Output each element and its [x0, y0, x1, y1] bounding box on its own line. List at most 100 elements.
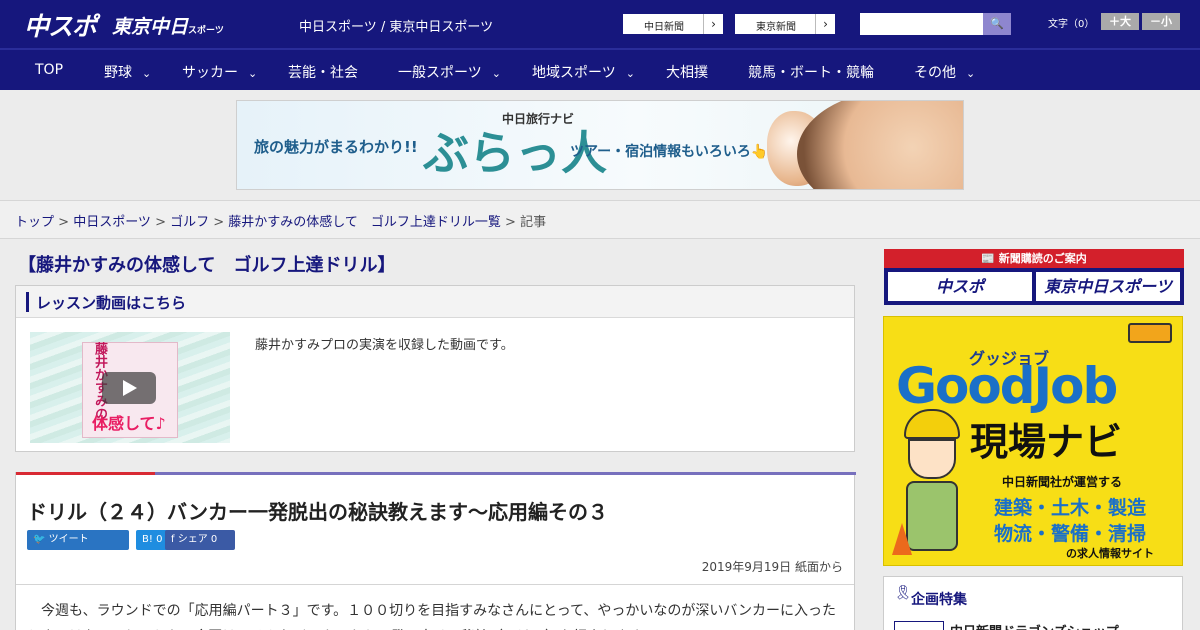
facebook-share-label: シェア 0: [177, 534, 218, 545]
tokyo-shimbun-button[interactable]: 東京新聞 ›: [734, 13, 836, 35]
breadcrumb-separator: >: [54, 215, 74, 230]
breadcrumb-separator: >: [209, 215, 229, 230]
chunichi-shimbun-button[interactable]: 中日新聞 ›: [622, 13, 724, 35]
tokyo-chunichi-logo[interactable]: 東京中日スポーツ: [112, 12, 224, 39]
feature-thumbnail[interactable]: [894, 621, 944, 630]
nav-label: 競馬・ボート・競輪: [748, 65, 874, 81]
chunichi-shimbun-label: 中日新聞: [644, 22, 684, 33]
goodjob-ad[interactable]: グッジョブ GoodJob 現場ナビ 中日新聞社が運営する 建築・土木・製造 物…: [883, 316, 1183, 566]
model-photo: [797, 101, 963, 189]
search-button[interactable]: 🔍: [983, 13, 1011, 35]
feature-box: 🎗 企画特集 中日新聞ドラゴンズショップ: [883, 576, 1183, 630]
hatena-b-icon: B!: [142, 534, 153, 545]
play-icon[interactable]: [102, 372, 156, 404]
goodjob-jobs-line1: 建築・土木・製造: [994, 497, 1147, 519]
nav-label: 地域スポーツ: [532, 65, 616, 81]
twitter-bird-icon: 🐦: [33, 534, 46, 545]
tokyo-shimbun-label: 東京新聞: [756, 22, 796, 33]
nav-item-sumo[interactable]: 大相撲: [666, 62, 708, 82]
feature-item-dragons-shop[interactable]: 中日新聞ドラゴンズショップ: [950, 621, 1119, 630]
subscription-box: 📰 新聞購読のご案内 中スポ 東京中日スポーツ: [884, 249, 1184, 305]
article-top-border: [16, 472, 856, 475]
tokyo-logo-text: 東京中日: [112, 16, 189, 38]
chevron-down-icon: ⌄: [248, 67, 258, 80]
nav-item-top[interactable]: TOP: [35, 62, 63, 78]
body-shape: [906, 481, 958, 551]
breadcrumb-separator: >: [150, 215, 171, 230]
site-title[interactable]: 中日スポーツ / 東京中日スポーツ: [299, 16, 493, 35]
face-shape: [908, 439, 956, 479]
breadcrumb-top[interactable]: トップ: [15, 215, 54, 230]
heading-accent-bar: [26, 292, 29, 312]
subscription-header: 📰 新聞購読のご案内: [884, 249, 1184, 268]
goodjob-site-text: の求人情報サイト: [1066, 547, 1154, 560]
nav-label: 大相撲: [666, 65, 708, 81]
ribbon-icon: 🎗: [894, 585, 912, 601]
lesson-video-box: レッスン動画はこちら 藤井かすみの 体感して♪ 藤井かすみプロの実演を収録した動…: [15, 285, 855, 452]
breadcrumb-current: 記事: [520, 215, 547, 230]
font-smaller-button[interactable]: －小: [1142, 13, 1180, 30]
nav-item-baseball[interactable]: 野球 ⌄: [104, 62, 151, 82]
tokyo-chunichi-subscribe-button[interactable]: 東京中日スポーツ: [1036, 272, 1180, 301]
breadcrumb-drill-list[interactable]: 藤井かすみの体感して ゴルフ上達ドリル一覧: [228, 215, 501, 230]
chevron-down-icon: ⌄: [625, 67, 635, 80]
feature-title: 企画特集: [911, 592, 967, 608]
nav-label: 一般スポーツ: [398, 65, 482, 81]
lesson-description: 藤井かすみプロの実演を収録した動画です。: [255, 338, 514, 353]
nav-label: サッカー: [182, 65, 238, 81]
lesson-video-thumbnail[interactable]: 藤井かすみの 体感して♪: [30, 332, 230, 443]
chevron-right-icon: ›: [703, 14, 723, 34]
nav-label: 芸能・社会: [288, 65, 358, 81]
nav-item-keiba[interactable]: 競馬・ボート・競輪: [748, 62, 874, 82]
main-nav: TOP 野球 ⌄ サッカー ⌄ 芸能・社会 一般スポーツ ⌄ 地域スポーツ ⌄ 大相撲 …: [0, 48, 1200, 90]
article-date: 2019年9月19日 紙面から: [701, 560, 843, 574]
chuspo-logo[interactable]: 中スポ: [24, 7, 97, 43]
nav-item-soccer[interactable]: サッカー ⌄: [182, 62, 257, 82]
nav-item-other[interactable]: その他 ⌄: [914, 62, 975, 82]
facebook-share-button[interactable]: f シェア 0: [165, 530, 235, 550]
search-input[interactable]: [860, 13, 984, 35]
article-top-accent: [16, 472, 155, 475]
hatena-count: 0: [156, 534, 163, 545]
lesson-header: レッスン動画はこちら: [16, 286, 854, 318]
breadcrumb-chunichi-sports[interactable]: 中日スポーツ: [73, 215, 151, 230]
page-title: 【藤井かすみの体感して ゴルフ上達ドリル】: [18, 255, 396, 276]
chuspo-subscribe-button[interactable]: 中スポ: [888, 272, 1032, 301]
font-larger-button[interactable]: ＋大: [1101, 13, 1139, 30]
tokyo-logo-small: スポーツ: [188, 26, 224, 36]
chevron-down-icon: ⌄: [142, 67, 152, 80]
nav-label: TOP: [35, 62, 64, 78]
truck-icon: [1128, 323, 1172, 343]
traffic-cone-icon: [892, 523, 912, 555]
nav-label: 野球: [104, 65, 132, 81]
goodjob-navi: 現場ナビ: [970, 420, 1123, 464]
worker-illustration: [904, 409, 960, 559]
search-icon: 🔍: [990, 17, 1004, 30]
breadcrumb-separator: >: [500, 215, 521, 230]
banner-right-text: ツアー・宿泊情報もいろいろ👆: [570, 144, 769, 160]
nav-item-general-sports[interactable]: 一般スポーツ ⌄: [398, 62, 501, 82]
chevron-down-icon: ⌄: [491, 67, 501, 80]
facebook-icon: f: [171, 534, 175, 545]
lesson-title: レッスン動画はこちら: [36, 294, 187, 312]
article-title: ドリル（２４）バンカー一発脱出の秘訣教えます～応用編その３: [27, 500, 608, 524]
nav-item-local-sports[interactable]: 地域スポーツ ⌄: [532, 62, 635, 82]
tweet-button[interactable]: 🐦 ツイート: [27, 530, 129, 550]
font-size-label: 文字（0）: [1048, 19, 1095, 30]
breadcrumb-bar: トップ > 中日スポーツ > ゴルフ > 藤井かすみの体感して ゴルフ上達ドリル…: [0, 200, 1200, 239]
tweet-label: ツイート: [48, 534, 89, 545]
breadcrumb: トップ > 中日スポーツ > ゴルフ > 藤井かすみの体感して ゴルフ上達ドリル…: [15, 211, 546, 230]
article-body: 今週も、ラウンドでの「応用編パート３」です。１００切りを目指すみなさんにとって、…: [27, 603, 837, 630]
goodjob-jobs-line2: 物流・警備・清掃: [994, 523, 1147, 545]
nav-item-entertainment[interactable]: 芸能・社会: [288, 62, 358, 82]
travel-navi-banner[interactable]: 旅の魅力がまるわかり!! 中日旅行ナビ ぶらっ人 ツアー・宿泊情報もいろいろ👆: [236, 100, 964, 190]
banner-left-text: 旅の魅力がまるわかり!!: [254, 138, 418, 156]
top-header: 中スポ 東京中日スポーツ 中日スポーツ / 東京中日スポーツ 中日新聞 › 東京…: [0, 0, 1200, 48]
thumbnail-kan-text: 体感して♪: [92, 414, 166, 433]
nav-label: その他: [914, 65, 956, 81]
breadcrumb-golf[interactable]: ゴルフ: [170, 215, 209, 230]
helmet-shape: [904, 409, 960, 439]
chevron-right-icon: ›: [815, 14, 835, 34]
goodjob-title: GoodJob: [896, 357, 1118, 415]
divider: [16, 584, 854, 585]
